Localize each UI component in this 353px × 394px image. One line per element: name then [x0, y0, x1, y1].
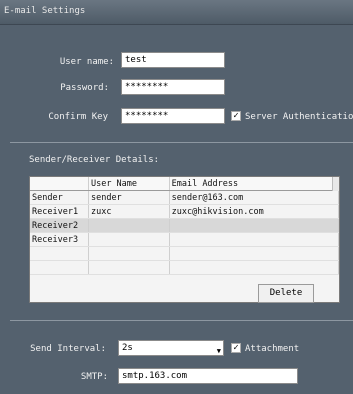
server-auth-label: Server Authentication — [245, 112, 353, 122]
send-interval-value: 2s — [122, 343, 133, 353]
smtp-label: SMTP: — [80, 372, 108, 382]
row-label: Sender — [30, 190, 89, 205]
row-user-name[interactable]: sender — [88, 190, 170, 205]
column-header[interactable] — [30, 177, 89, 191]
table-row-selected[interactable]: Receiver2 — [30, 218, 339, 233]
row-email[interactable] — [169, 218, 339, 233]
row-label: Receiver1 — [30, 204, 89, 219]
password-input[interactable]: ******** — [121, 79, 225, 95]
window-title: E-mail Settings — [4, 6, 86, 16]
smtp-input[interactable]: smtp.163.com — [118, 368, 298, 384]
table-row[interactable]: Sender sender sender@163.com — [30, 190, 339, 205]
table-row[interactable]: Receiver1 zuxc zuxc@hikvision.com — [30, 204, 339, 219]
row-email[interactable] — [169, 232, 339, 247]
column-header-user-name[interactable]: User Name — [88, 177, 170, 191]
row-email[interactable]: zuxc@hikvision.com — [169, 204, 339, 219]
row-user-name[interactable]: zuxc — [88, 204, 170, 219]
send-interval-label: Send Interval: — [30, 344, 106, 354]
send-interval-select[interactable]: 2s ▼ — [118, 340, 224, 356]
delete-button[interactable]: Delete — [258, 284, 314, 303]
divider-bottom — [10, 320, 353, 321]
user-name-label: User name: — [59, 57, 114, 67]
row-label: Receiver3 — [30, 232, 89, 247]
password-label: Password: — [60, 83, 109, 93]
row-user-name[interactable] — [88, 232, 170, 247]
table-row-empty — [30, 260, 339, 275]
row-label: Receiver2 — [30, 218, 89, 233]
chevron-down-icon[interactable]: ▼ — [217, 344, 221, 355]
table-row[interactable]: Receiver3 — [30, 232, 339, 247]
table-scrollbar[interactable] — [332, 177, 339, 191]
server-auth-checkbox[interactable]: ✓ — [231, 111, 241, 121]
confirm-key-label: Confirm Key — [48, 112, 108, 122]
table-header-row: User Name Email Address — [30, 177, 339, 191]
user-name-input[interactable]: test — [121, 52, 225, 68]
attachment-checkbox[interactable]: ✓ — [231, 343, 241, 353]
section-title: Sender/Receiver Details: — [29, 155, 160, 165]
title-bar: E-mail Settings — [0, 0, 353, 25]
row-user-name[interactable] — [88, 218, 170, 233]
column-header-email[interactable]: Email Address — [169, 177, 339, 191]
attachment-label: Attachment — [245, 344, 300, 354]
table-row-empty — [30, 246, 339, 261]
divider-top — [10, 142, 353, 143]
confirm-key-input[interactable]: ******** — [121, 108, 225, 124]
row-email[interactable]: sender@163.com — [169, 190, 339, 205]
